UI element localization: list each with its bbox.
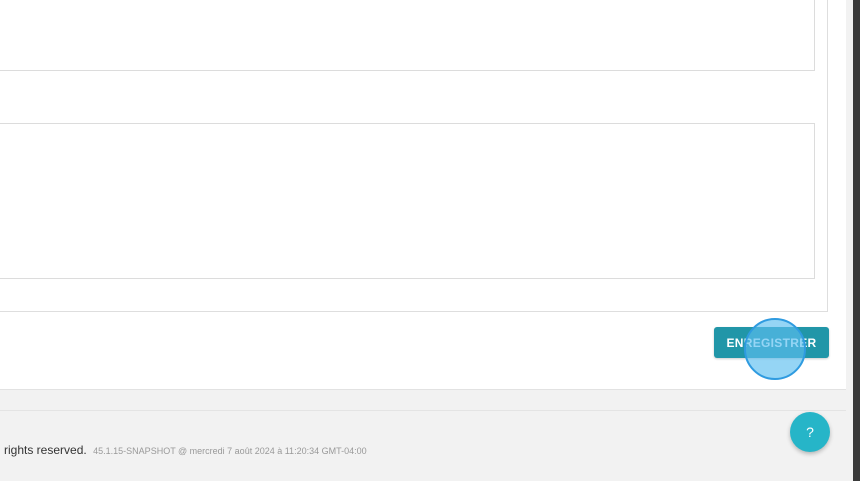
text-area-bottom[interactable] xyxy=(0,123,815,279)
page-viewport: ENREGISTRER rights reserved. 45.1.15-SNA… xyxy=(0,0,860,481)
copyright-text: rights reserved. xyxy=(4,443,87,457)
version-text: 45.1.15-SNAPSHOT @ mercredi 7 août 2024 … xyxy=(93,446,367,456)
save-button[interactable]: ENREGISTRER xyxy=(714,327,829,358)
content-panel: ENREGISTRER xyxy=(0,0,846,390)
footer-text: rights reserved. 45.1.15-SNAPSHOT @ merc… xyxy=(4,441,367,459)
help-button[interactable]: ? xyxy=(790,412,830,452)
text-area-top[interactable] xyxy=(0,0,815,71)
scrollbar[interactable] xyxy=(853,0,860,481)
footer: rights reserved. 45.1.15-SNAPSHOT @ merc… xyxy=(0,410,846,481)
